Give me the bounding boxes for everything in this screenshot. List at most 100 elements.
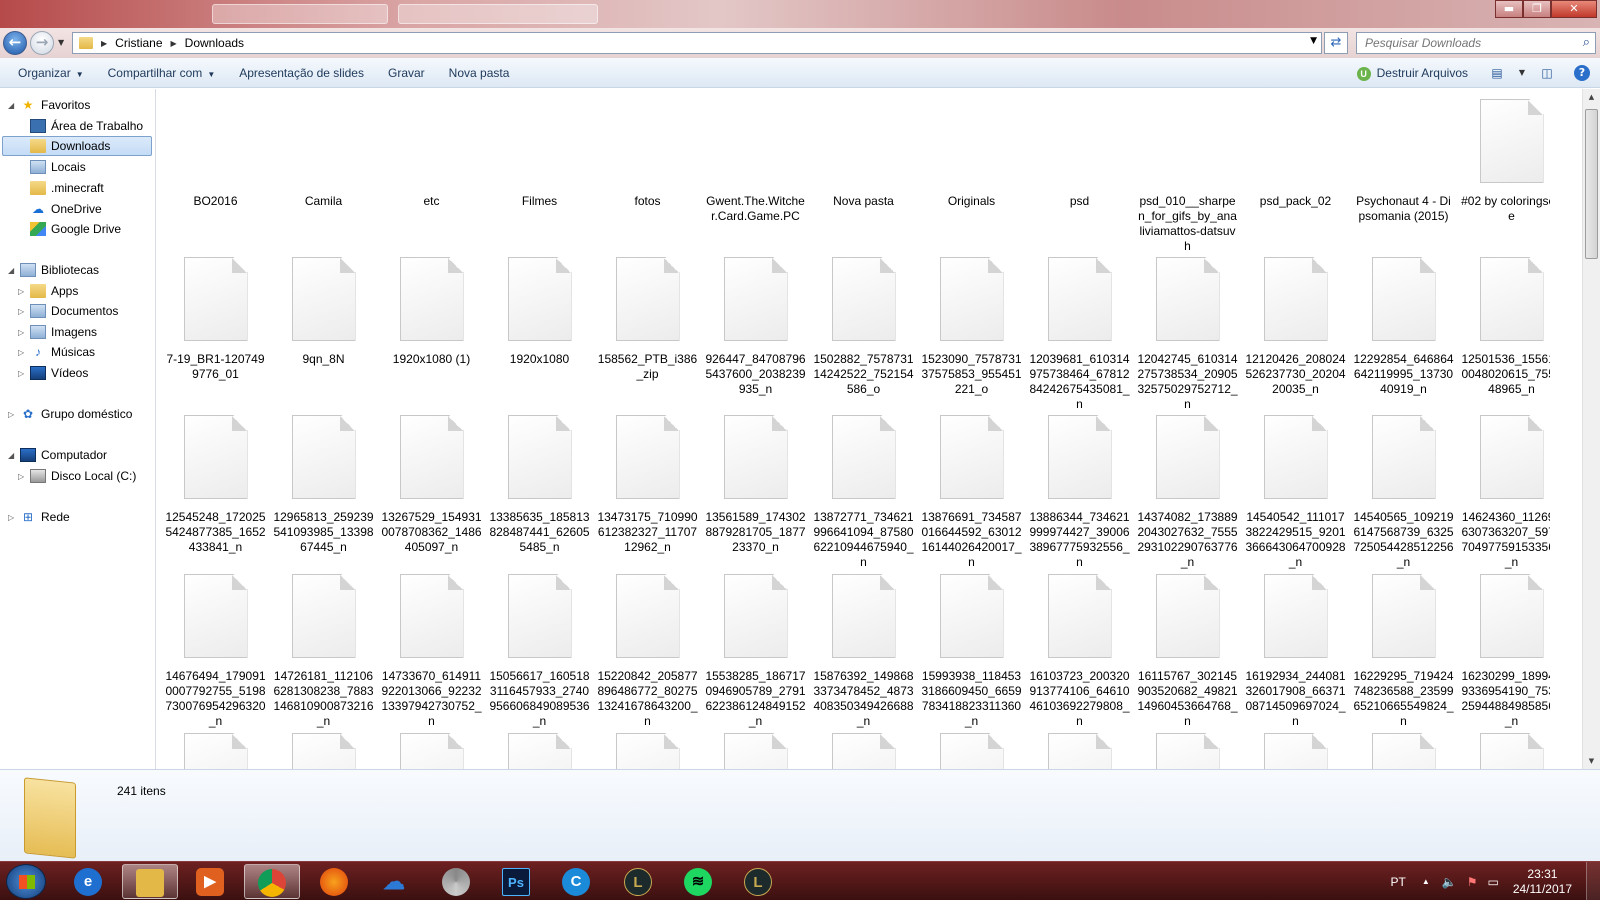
file-item[interactable]: 12545248_1720255424877385_1652433841_n: [163, 415, 268, 555]
file-item[interactable]: [487, 733, 592, 769]
file-item[interactable]: [1459, 733, 1550, 769]
recent-pages-dropdown[interactable]: ▼: [58, 38, 64, 47]
expand-arrow-icon[interactable]: ▷: [18, 369, 24, 378]
search-icon[interactable]: ⌕: [1583, 35, 1590, 50]
file-item[interactable]: 16192934_244081326017908_663710871450969…: [1243, 574, 1348, 729]
file-item[interactable]: [1135, 733, 1240, 769]
taskbar-chrome[interactable]: [244, 864, 300, 899]
file-item[interactable]: 16230299_1899479336954190_75312594488498…: [1459, 574, 1550, 729]
file-item[interactable]: 13886344_734621999974427_390063896777593…: [1027, 415, 1132, 570]
address-bar[interactable]: ▶ Cristiane ▶ Downloads ▼: [72, 32, 1322, 54]
file-item[interactable]: 14624360_1126926307363207_59707049775915…: [1459, 415, 1550, 570]
file-item[interactable]: 9qn_8N: [271, 257, 376, 367]
nav-downloads[interactable]: Downloads: [2, 136, 152, 156]
file-item[interactable]: 15056617_1605183116457933_27409566068490…: [487, 574, 592, 729]
nav-apps[interactable]: ▷Apps: [30, 281, 78, 301]
file-item[interactable]: [1243, 733, 1348, 769]
file-item[interactable]: 15538285_1867170946905789_27916223861248…: [703, 574, 808, 729]
network-icon[interactable]: ▭: [1487, 875, 1498, 889]
file-item[interactable]: 12965813_259239541093985_1339867445_n: [271, 415, 376, 555]
new-folder-button[interactable]: Nova pasta: [437, 58, 522, 88]
file-item[interactable]: 14733670_614911922013066_922321339794273…: [379, 574, 484, 729]
nav-network[interactable]: ▷⊞Rede: [20, 507, 70, 527]
expand-arrow-icon[interactable]: ▷: [8, 410, 14, 419]
expand-arrow-icon[interactable]: ◢: [8, 451, 14, 460]
clock[interactable]: 23:31 24/11/2017: [1513, 867, 1572, 897]
show-desktop-button[interactable]: [1586, 862, 1600, 901]
file-item[interactable]: [811, 733, 916, 769]
share-menu[interactable]: Compartilhar com▼: [96, 58, 228, 88]
nav-locals[interactable]: Locais: [30, 157, 86, 177]
file-item[interactable]: 15993938_1184533186609450_66597834188233…: [919, 574, 1024, 729]
taskbar-explorer[interactable]: [122, 864, 178, 899]
file-item[interactable]: 926447_847087965437600_2038239935_n: [703, 257, 808, 397]
taskbar-ie[interactable]: e: [60, 864, 116, 899]
file-item[interactable]: 1920x1080 (1): [379, 257, 484, 367]
nav-libraries[interactable]: ◢Bibliotecas: [20, 260, 99, 280]
folder-item[interactable]: Gwent.The.Witcher.Card.Game.PC: [703, 99, 808, 224]
file-item[interactable]: 15876392_1498683373478452_48734083503494…: [811, 574, 916, 729]
nav-videos[interactable]: ▷Vídeos: [30, 363, 88, 383]
nav-desktop[interactable]: Área de Trabalho: [30, 116, 143, 136]
file-item[interactable]: 16103723_200320913774106_646104610369227…: [1027, 574, 1132, 729]
organize-menu[interactable]: Organizar▼: [0, 58, 96, 88]
breadcrumb-cristiane[interactable]: Cristiane: [115, 36, 162, 50]
expand-arrow-icon[interactable]: ▷: [18, 328, 24, 337]
nav-minecraft[interactable]: .minecraft: [30, 178, 104, 198]
taskbar-league-1[interactable]: L: [610, 864, 666, 899]
file-item[interactable]: [1351, 733, 1456, 769]
file-item[interactable]: 12501536_1556100048020615_755948965_n: [1459, 257, 1550, 397]
taskbar-app[interactable]: [428, 864, 484, 899]
view-options-icon[interactable]: ▤: [1488, 65, 1506, 81]
nav-onedrive[interactable]: ☁OneDrive: [30, 199, 102, 219]
taskbar-photoshop[interactable]: Ps: [488, 864, 544, 899]
language-indicator[interactable]: PT: [1391, 875, 1406, 889]
maximize-button[interactable]: ❐: [1523, 0, 1551, 18]
file-item[interactable]: 7-19_BR1-1207499776_01: [163, 257, 268, 382]
folder-item[interactable]: etc: [379, 99, 484, 209]
folder-item[interactable]: Originals: [919, 99, 1024, 209]
start-button[interactable]: [6, 864, 46, 899]
volume-icon[interactable]: 🔈: [1442, 875, 1457, 889]
folder-item[interactable]: fotos: [595, 99, 700, 209]
help-icon[interactable]: ?: [1574, 65, 1590, 81]
file-item[interactable]: [271, 733, 376, 769]
expand-arrow-icon[interactable]: ▷: [18, 287, 24, 296]
file-item[interactable]: 12039681_610314975738464_678128424267543…: [1027, 257, 1132, 412]
file-item[interactable]: [1027, 733, 1132, 769]
back-button[interactable]: ←: [3, 31, 27, 55]
file-item[interactable]: 16115767_302145903520682_498211496045366…: [1135, 574, 1240, 729]
file-item[interactable]: 1920x1080: [487, 257, 592, 367]
expand-arrow-icon[interactable]: ◢: [8, 266, 14, 275]
expand-arrow-icon[interactable]: ◢: [8, 101, 14, 110]
chevron-down-icon[interactable]: ▼: [1518, 65, 1526, 81]
nav-computer[interactable]: ◢Computador: [20, 445, 107, 465]
taskbar-spotify[interactable]: ≋: [670, 864, 726, 899]
breadcrumb-downloads[interactable]: Downloads: [185, 36, 244, 50]
file-item[interactable]: [379, 733, 484, 769]
file-item[interactable]: 12042745_610314275738534_209053257502975…: [1135, 257, 1240, 412]
folder-item[interactable]: psd_pack_02: [1243, 99, 1348, 209]
burn-button[interactable]: Gravar: [376, 58, 437, 88]
file-item[interactable]: 14540565_1092196147568739_63257250544285…: [1351, 415, 1456, 570]
file-item[interactable]: 13876691_734587016644592_630121614402642…: [919, 415, 1024, 570]
address-dropdown-icon[interactable]: ▼: [1310, 36, 1317, 46]
expand-arrow-icon[interactable]: ▷: [18, 348, 24, 357]
file-item[interactable]: 14540542_1110173822429515_92013666430647…: [1243, 415, 1348, 570]
scroll-up-arrow-icon[interactable]: ▲: [1583, 89, 1600, 105]
expand-arrow-icon[interactable]: ▷: [18, 472, 24, 481]
file-item[interactable]: 14374082_1738892043027632_75552931022907…: [1135, 415, 1240, 570]
preview-pane-icon[interactable]: ◫: [1538, 65, 1556, 81]
nav-documents[interactable]: ▷Documentos: [30, 301, 118, 321]
file-item[interactable]: 12120426_208024526237730_2020420035_n: [1243, 257, 1348, 397]
show-hidden-icons-icon[interactable]: ▲: [1422, 877, 1430, 886]
file-item[interactable]: [919, 733, 1024, 769]
file-item[interactable]: [703, 733, 808, 769]
file-item[interactable]: 1502882_757873114242522_752154586_o: [811, 257, 916, 397]
file-item[interactable]: 13561589_1743028879281705_187723370_n: [703, 415, 808, 555]
nav-local-disk[interactable]: ▷Disco Local (C:): [30, 466, 136, 486]
taskbar-league-2[interactable]: L: [730, 864, 786, 899]
folder-item[interactable]: Psychonaut 4 - Dipsomania (2015): [1351, 99, 1456, 224]
taskbar-firefox[interactable]: [306, 864, 362, 899]
search-box[interactable]: ⌕: [1356, 32, 1596, 54]
